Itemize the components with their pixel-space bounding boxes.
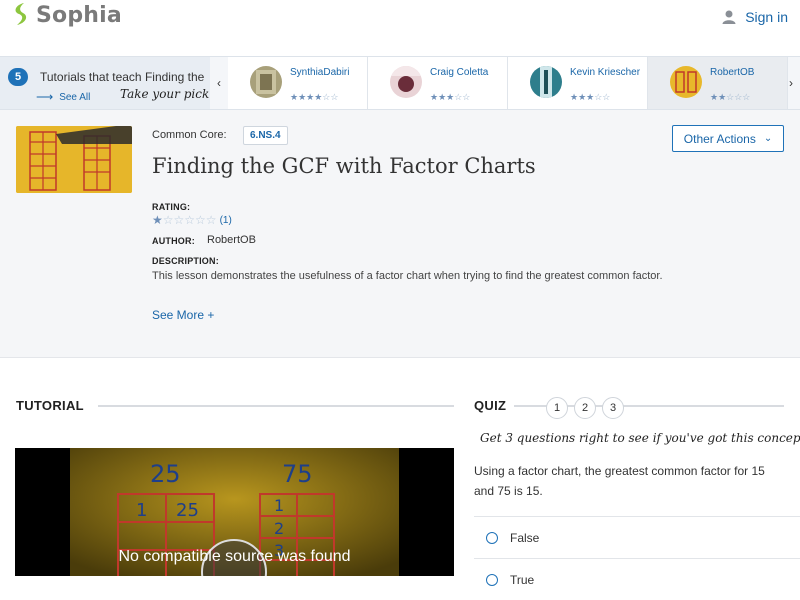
tutorial-divider [98,405,454,407]
arrow-right-icon: ⟶ [36,90,54,104]
lesson-description: This lesson demonstrates the usefulness … [152,270,663,282]
sign-in-label: Sign in [745,9,788,25]
radio-button[interactable] [486,531,498,544]
see-all-label: See All [59,91,91,103]
svg-text:1: 1 [274,496,284,515]
see-all-link[interactable]: ⟶ See All [36,90,90,104]
lesson-thumbnail [16,126,132,193]
tutorials-summary: 5 Tutorials that teach Finding the ⟶ See… [0,57,210,109]
tutor-name: Craig Coletta [430,67,489,78]
take-your-pick-label: Take your pick: [120,87,210,101]
tutorial-card-selected[interactable]: RobertOB ★★☆☆☆ [648,57,788,109]
other-actions-label: Other Actions [683,131,756,146]
lesson-info: Common Core: 6.NS.4 Other Actions ⌄ Find… [0,110,800,358]
svg-text:25: 25 [176,500,199,521]
svg-text:75: 75 [282,460,313,488]
other-actions-button[interactable]: Other Actions ⌄ [672,125,784,152]
tutor-rating: ★★☆☆☆ [710,92,751,102]
tutorial-card[interactable]: Kevin Kriescher ★★★☆☆ [508,57,648,109]
tutor-name: SynthiaDabiri [290,67,350,78]
see-more-link[interactable]: See More + [152,308,214,322]
chevron-right-icon: › [789,76,793,90]
quiz-question-text: Using a factor chart, the greatest commo… [474,464,765,498]
quiz-option-false[interactable]: False [474,516,800,558]
video-player[interactable]: 25 75 1 25 1 2 3 No compatible source wa… [15,448,454,576]
quiz-option-true[interactable]: True [474,558,800,600]
description-label: DESCRIPTION: [152,256,219,266]
star-empty-icon: ☆☆☆☆☆ [162,213,217,227]
brand-name: Sophia [36,2,122,28]
tutor-rating: ★★★★☆☆ [290,92,339,102]
svg-text:2: 2 [274,519,284,538]
tutor-name: RobertOB [710,67,755,78]
tutorials-title: Tutorials that teach Finding the [40,70,205,84]
lesson-rating: ★ ☆☆☆☆☆ (1) [152,213,232,227]
tutorials-strip: 5 Tutorials that teach Finding the ⟶ See… [0,56,800,110]
sophia-logo-icon [15,3,27,25]
author-label: AUTHOR: [152,236,195,246]
quiz-question-3[interactable]: 3 [602,397,624,419]
rating-count-link[interactable]: (1) [220,215,232,226]
quiz-question-1[interactable]: 1 [546,397,568,419]
common-core-badge[interactable]: 6.NS.4 [243,126,288,145]
radio-button[interactable] [486,573,498,586]
carousel-next-button[interactable]: › [784,57,798,109]
tutor-name: Kevin Kriescher [570,67,641,78]
user-icon [722,10,736,24]
quiz-hint: Get 3 questions right to see if you've g… [480,431,800,445]
rating-label: RATING: [152,202,191,212]
sign-in-button[interactable]: Sign in [721,9,788,25]
chevron-left-icon: ‹ [217,76,221,90]
tutor-rating: ★★★☆☆ [570,92,611,102]
tutor-avatar [530,66,562,98]
page-title: Finding the GCF with Factor Charts [152,154,536,178]
tutorial-count-badge: 5 [8,68,28,86]
tutor-avatar [390,66,422,98]
tutorial-card[interactable]: Craig Coletta ★★★☆☆ [368,57,508,109]
option-label: True [510,572,535,587]
sophia-logo[interactable]: Sophia [10,2,122,28]
quiz-heading: QUIZ [474,398,507,413]
quiz-question-nav: 1 2 3 [546,397,624,419]
video-error-message: No compatible source was found [118,548,351,565]
tutor-avatar [250,66,282,98]
common-core-label: Common Core: [152,129,227,141]
tutorial-cards: SynthiaDabiri ★★★★☆☆ Craig Coletta ★★★☆☆… [228,57,788,109]
site-header: Sophia Sign in [0,0,800,56]
quiz-question-2[interactable]: 2 [574,397,596,419]
chevron-down-icon: ⌄ [763,133,773,144]
tutor-avatar [670,66,702,98]
tutorial-card[interactable]: SynthiaDabiri ★★★★☆☆ [228,57,368,109]
author-name: RobertOB [207,234,256,246]
carousel-prev-button[interactable]: ‹ [212,57,226,109]
option-label: False [510,530,540,545]
tutor-rating: ★★★☆☆ [430,92,471,102]
svg-text:25: 25 [150,460,181,488]
svg-text:1: 1 [136,500,147,521]
tutorial-heading: TUTORIAL [16,398,84,413]
star-filled-icon: ★ [152,213,163,227]
